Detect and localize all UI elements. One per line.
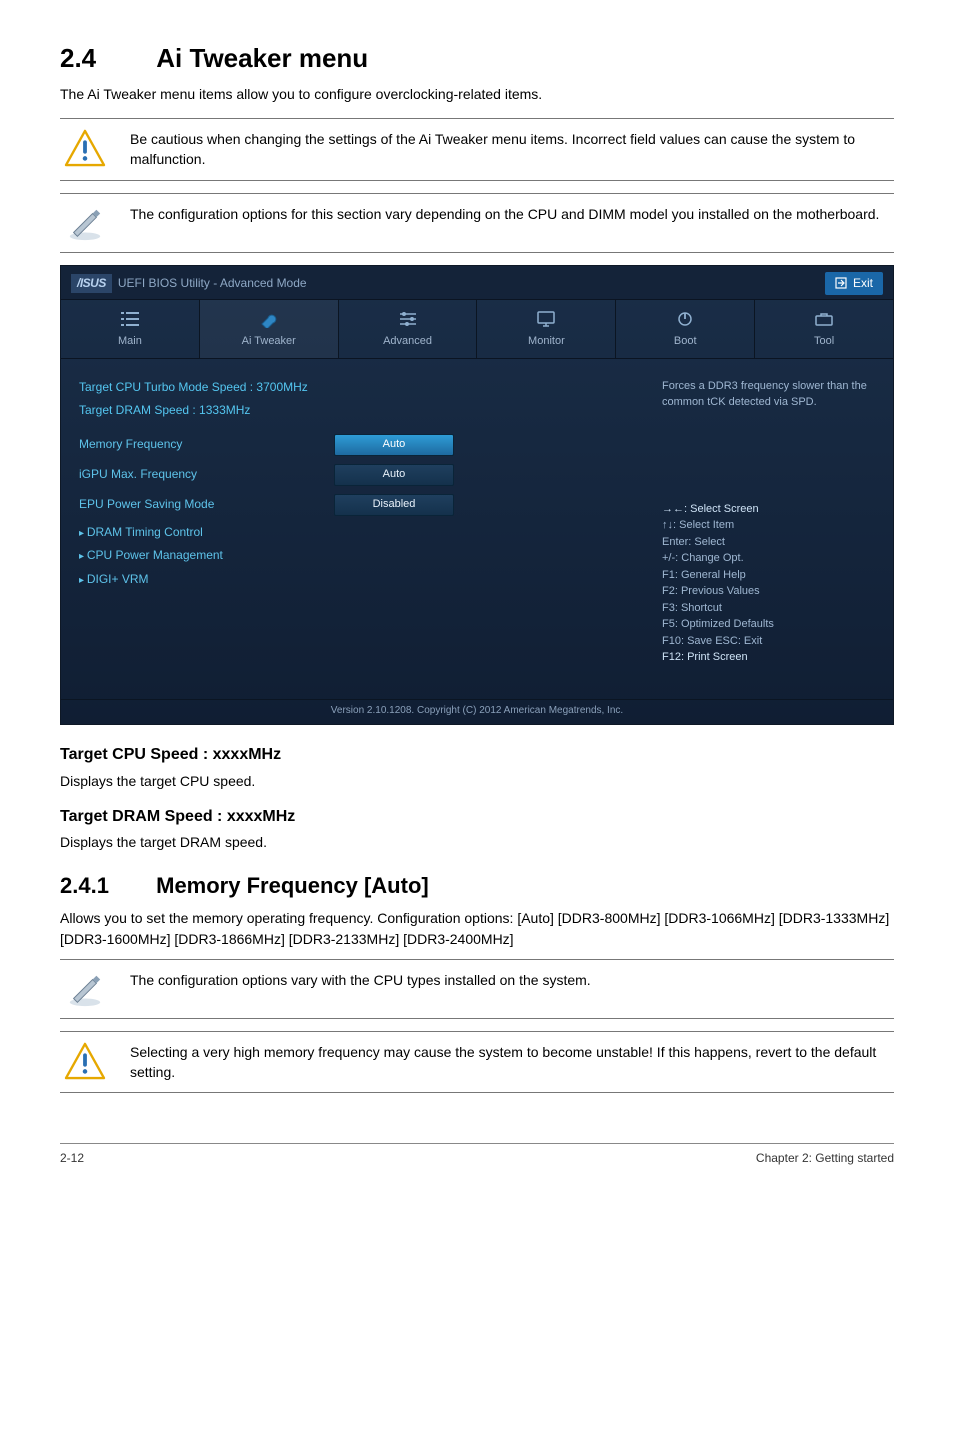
exit-icon bbox=[835, 277, 847, 289]
tab-boot[interactable]: Boot bbox=[616, 300, 755, 358]
subsection-heading: 2.4.1 Memory Frequency [Auto] bbox=[60, 870, 894, 902]
bios-mode-label: UEFI BIOS Utility - Advanced Mode bbox=[118, 275, 307, 292]
key-d: +/-: Change Opt. bbox=[662, 550, 879, 567]
row-memory-frequency[interactable]: Memory Frequency Auto bbox=[79, 434, 630, 456]
bios-help-text: Forces a DDR3 frequency slower than the … bbox=[662, 379, 879, 411]
target-cpu-body: Displays the target CPU speed. bbox=[60, 771, 894, 791]
bios-help-panel: Forces a DDR3 frequency slower than the … bbox=[648, 359, 893, 699]
section-title-text: Ai Tweaker menu bbox=[156, 43, 368, 73]
tab-ai-label: Ai Tweaker bbox=[242, 335, 296, 347]
tab-main-label: Main bbox=[118, 335, 142, 347]
sliders-icon bbox=[397, 310, 419, 328]
bios-key-hints: →←: Select Screen ↑↓: Select Item Enter:… bbox=[662, 501, 879, 666]
tab-advanced[interactable]: Advanced bbox=[339, 300, 478, 358]
wrench-icon bbox=[258, 310, 280, 328]
subsection-title-text: Memory Frequency [Auto] bbox=[156, 873, 429, 898]
sub-dram-timing[interactable]: DRAM Timing Control bbox=[79, 524, 630, 542]
key-i: F10: Save ESC: Exit bbox=[662, 633, 879, 650]
exit-label: Exit bbox=[853, 275, 873, 292]
tab-monitor-label: Monitor bbox=[528, 335, 565, 347]
igpu-label: iGPU Max. Frequency bbox=[79, 466, 334, 483]
key-a: →←: Select Screen bbox=[662, 501, 879, 518]
config-note-text: The configuration options for this secti… bbox=[130, 204, 894, 224]
tab-tool[interactable]: Tool bbox=[755, 300, 893, 358]
subsection-number: 2.4.1 bbox=[60, 870, 150, 902]
exit-button[interactable]: Exit bbox=[825, 272, 883, 295]
caution-text: Be cautious when changing the settings o… bbox=[130, 129, 894, 170]
chapter-label: Chapter 2: Getting started bbox=[756, 1150, 894, 1167]
mem-freq-value[interactable]: Auto bbox=[334, 434, 454, 456]
tab-tool-label: Tool bbox=[814, 335, 834, 347]
tab-monitor[interactable]: Monitor bbox=[477, 300, 616, 358]
toolbox-icon bbox=[813, 310, 835, 328]
config-note: The configuration options for this secti… bbox=[60, 193, 894, 253]
unstable-note: Selecting a very high memory frequency m… bbox=[60, 1031, 894, 1094]
target-dram-body: Displays the target DRAM speed. bbox=[60, 832, 894, 852]
monitor-icon bbox=[535, 310, 557, 328]
warning-icon bbox=[60, 1042, 110, 1080]
bios-tabbar: Main Ai Tweaker Advanced Monitor Boot To… bbox=[61, 300, 893, 359]
warning-icon bbox=[60, 129, 110, 167]
tab-boot-label: Boot bbox=[674, 335, 697, 347]
key-f: F2: Previous Values bbox=[662, 583, 879, 600]
pencil-icon bbox=[60, 204, 110, 242]
key-h: F5: Optimized Defaults bbox=[662, 616, 879, 633]
key-c: Enter: Select bbox=[662, 534, 879, 551]
row-epu-mode[interactable]: EPU Power Saving Mode Disabled bbox=[79, 494, 630, 516]
epu-label: EPU Power Saving Mode bbox=[79, 496, 334, 513]
tab-ai-tweaker[interactable]: Ai Tweaker bbox=[200, 300, 339, 358]
target-dram-head: Target DRAM Speed : xxxxMHz bbox=[60, 805, 894, 828]
power-icon bbox=[674, 310, 696, 328]
bios-brand: /ISUS UEFI BIOS Utility - Advanced Mode bbox=[71, 274, 307, 293]
key-j: F12: Print Screen bbox=[662, 649, 879, 666]
section-number: 2.4 bbox=[60, 40, 150, 78]
subsection-body: Allows you to set the memory operating f… bbox=[60, 908, 894, 949]
target-dram-line: Target DRAM Speed : 1333MHz bbox=[79, 402, 630, 419]
mem-freq-label: Memory Frequency bbox=[79, 436, 334, 453]
key-b: ↑↓: Select Item bbox=[662, 517, 879, 534]
sub-digi-vrm[interactable]: DIGI+ VRM bbox=[79, 571, 630, 589]
igpu-value[interactable]: Auto bbox=[334, 464, 454, 486]
section-heading: 2.4 Ai Tweaker menu bbox=[60, 40, 894, 78]
epu-value[interactable]: Disabled bbox=[334, 494, 454, 516]
tab-main[interactable]: Main bbox=[61, 300, 200, 358]
bios-footer: Version 2.10.1208. Copyright (C) 2012 Am… bbox=[61, 699, 893, 725]
cpu-types-note: The configuration options vary with the … bbox=[60, 959, 894, 1019]
sub-cpu-power[interactable]: CPU Power Management bbox=[79, 547, 630, 565]
bios-titlebar: /ISUS UEFI BIOS Utility - Advanced Mode … bbox=[61, 266, 893, 300]
bios-options-panel: Target CPU Turbo Mode Speed : 3700MHz Ta… bbox=[61, 359, 648, 699]
asus-logo: /ISUS bbox=[71, 274, 112, 293]
row-igpu-frequency[interactable]: iGPU Max. Frequency Auto bbox=[79, 464, 630, 486]
bios-body: Target CPU Turbo Mode Speed : 3700MHz Ta… bbox=[61, 359, 893, 699]
caution-note: Be cautious when changing the settings o… bbox=[60, 118, 894, 181]
key-e: F1: General Help bbox=[662, 567, 879, 584]
target-cpu-line: Target CPU Turbo Mode Speed : 3700MHz bbox=[79, 379, 630, 396]
list-icon bbox=[119, 310, 141, 328]
page-number: 2-12 bbox=[60, 1150, 84, 1167]
tab-advanced-label: Advanced bbox=[383, 335, 432, 347]
bios-screenshot: /ISUS UEFI BIOS Utility - Advanced Mode … bbox=[60, 265, 894, 726]
section-intro: The Ai Tweaker menu items allow you to c… bbox=[60, 84, 894, 104]
pencil-icon bbox=[60, 970, 110, 1008]
key-g: F3: Shortcut bbox=[662, 600, 879, 617]
page-footer: 2-12 Chapter 2: Getting started bbox=[60, 1143, 894, 1167]
cpu-types-text: The configuration options vary with the … bbox=[130, 970, 894, 990]
target-cpu-head: Target CPU Speed : xxxxMHz bbox=[60, 743, 894, 766]
unstable-text: Selecting a very high memory frequency m… bbox=[130, 1042, 894, 1083]
